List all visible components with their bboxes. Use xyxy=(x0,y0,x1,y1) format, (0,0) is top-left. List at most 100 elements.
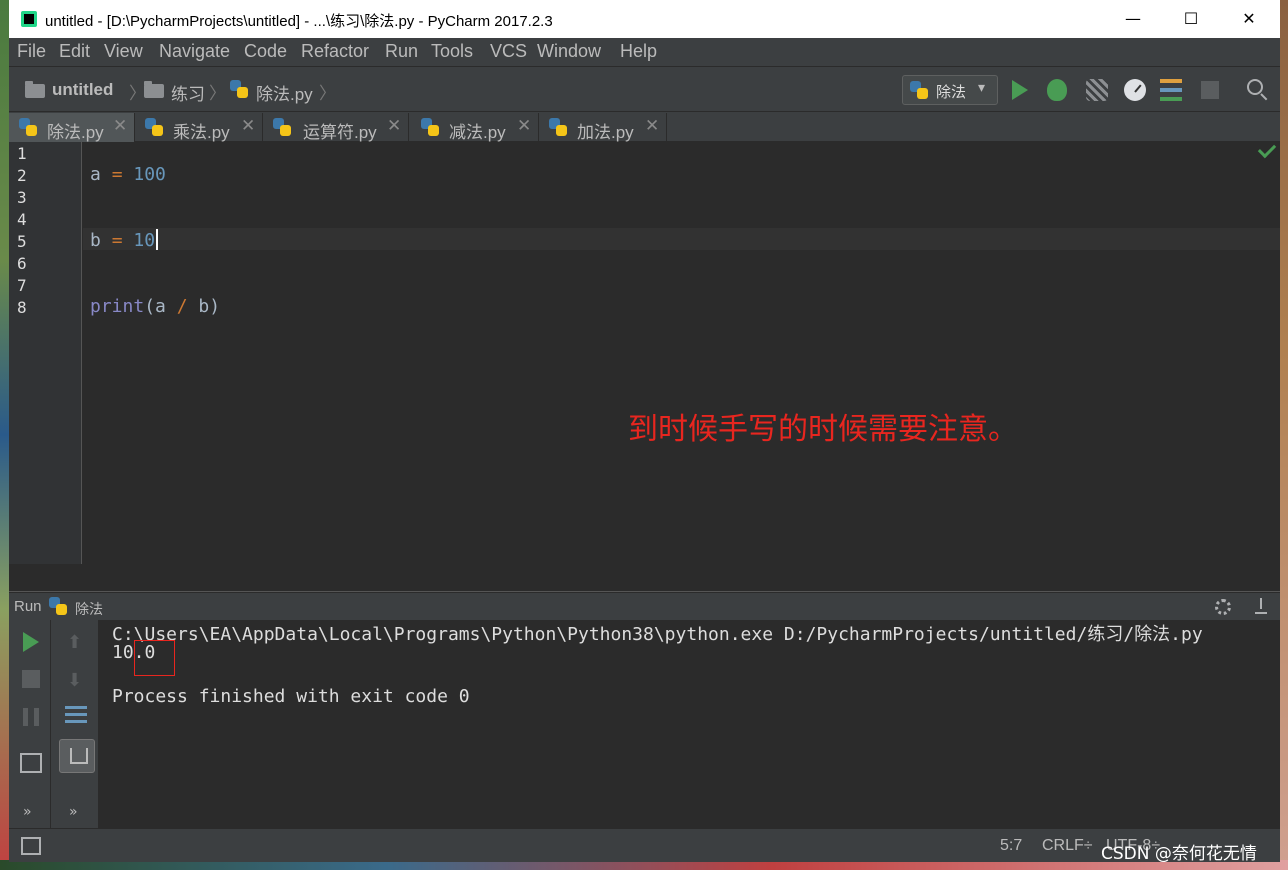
code-line-5[interactable]: b = 10 xyxy=(90,230,155,251)
tab-label: 加法.py xyxy=(577,123,634,142)
python-file-icon xyxy=(230,80,248,98)
soft-wrap-icon[interactable] xyxy=(65,706,87,726)
python-icon xyxy=(910,81,928,99)
breadcrumb-folder[interactable]: 练习 xyxy=(171,80,205,105)
code-token-assign: = xyxy=(111,230,123,251)
more-actions-icon[interactable]: » xyxy=(69,804,78,820)
close-tab-icon[interactable]: ✕ xyxy=(387,116,401,136)
menu-code[interactable]: Code xyxy=(244,41,287,62)
line-number: 1 xyxy=(17,144,27,163)
tab-multiplication[interactable]: 乘法.py ✕ xyxy=(135,113,263,142)
line-number: 5 xyxy=(17,232,27,251)
code-token-var: a xyxy=(90,164,101,185)
line-number: 3 xyxy=(17,188,27,207)
stop-icon[interactable] xyxy=(1201,81,1219,99)
code-token-args: b) xyxy=(187,296,221,317)
highlight-annotation-box xyxy=(134,640,175,676)
menu-edit[interactable]: Edit xyxy=(59,41,90,62)
code-token-assign: = xyxy=(111,164,123,185)
maximize-button[interactable]: ☐ xyxy=(1163,0,1219,38)
run-icon[interactable] xyxy=(1012,80,1028,100)
restore-layout-icon[interactable] xyxy=(20,753,42,773)
menu-vcs[interactable]: VCS xyxy=(490,41,527,62)
tab-division[interactable]: 除法.py ✕ xyxy=(9,113,135,142)
tool-windows-icon[interactable] xyxy=(21,837,41,855)
close-tab-icon[interactable]: ✕ xyxy=(517,116,531,136)
caret-position[interactable]: 5:7 xyxy=(1000,837,1022,855)
python-file-icon xyxy=(421,118,439,136)
tab-label: 除法.py xyxy=(47,123,104,142)
line-number: 4 xyxy=(17,210,27,229)
line-separator[interactable]: CRLF÷ xyxy=(1042,837,1093,855)
code-token-divide: / xyxy=(176,296,188,317)
editor-tab-bar: 除法.py ✕ 乘法.py ✕ 运算符.py ✕ 减法.py ✕ 加法.py ✕ xyxy=(9,113,1280,142)
run-panel-title: Run xyxy=(14,598,42,615)
run-with-coverage-icon[interactable] xyxy=(1086,79,1108,101)
console-command-line: C:\Users\EA\AppData\Local\Programs\Pytho… xyxy=(112,624,1203,645)
line-number: 7 xyxy=(17,276,27,295)
python-file-icon xyxy=(273,118,291,136)
profile-icon[interactable] xyxy=(1124,79,1146,101)
tab-label: 乘法.py xyxy=(173,123,230,142)
rerun-icon[interactable] xyxy=(23,632,39,652)
tab-addition[interactable]: 加法.py ✕ xyxy=(539,113,667,142)
python-icon xyxy=(49,597,67,615)
close-tab-icon[interactable]: ✕ xyxy=(113,116,127,136)
navigation-bar: untitled 〉 练习 〉 除法.py 〉 除法 ▾ xyxy=(9,66,1280,112)
run-toolbar-secondary: ⬆ ⬇ » xyxy=(53,620,99,828)
console-exit-line: Process finished with exit code 0 xyxy=(112,686,470,707)
pause-icon[interactable] xyxy=(23,708,39,726)
python-file-icon xyxy=(145,118,163,136)
chevron-down-icon: ▾ xyxy=(978,80,986,96)
line-number-gutter: 1 2 3 4 5 6 7 8 xyxy=(9,142,82,564)
arrow-up-icon[interactable]: ⬆ xyxy=(67,632,82,653)
menu-tools[interactable]: Tools xyxy=(431,41,473,62)
desktop-background-left xyxy=(0,0,9,870)
run-configuration-select[interactable]: 除法 ▾ xyxy=(902,75,998,105)
menu-run[interactable]: Run xyxy=(385,41,418,62)
run-console-output[interactable]: C:\Users\EA\AppData\Local\Programs\Pytho… xyxy=(99,620,1280,828)
minimize-button[interactable]: — xyxy=(1105,0,1161,38)
text-caret xyxy=(156,229,158,250)
gear-icon[interactable] xyxy=(1215,599,1231,615)
inspection-ok-check-icon xyxy=(1257,139,1277,159)
code-token-var: b xyxy=(90,230,101,251)
code-line-8[interactable]: print(a / b) xyxy=(90,296,220,317)
code-editor[interactable]: 1 2 3 4 5 6 7 8 a = 100 b = 10 print(a /… xyxy=(9,139,1280,564)
close-tab-icon[interactable]: ✕ xyxy=(645,116,659,136)
stop-icon[interactable] xyxy=(22,670,40,688)
code-line-2[interactable]: a = 100 xyxy=(90,164,166,185)
code-token-number: 10 xyxy=(133,230,156,251)
menu-window[interactable]: Window xyxy=(537,41,601,62)
arrow-down-icon[interactable]: ⬇ xyxy=(67,670,82,691)
concurrency-diagram-icon[interactable] xyxy=(1160,79,1182,101)
search-icon[interactable] xyxy=(1247,79,1263,95)
menu-view[interactable]: View xyxy=(104,41,143,62)
menu-help[interactable]: Help xyxy=(620,41,657,62)
line-number: 8 xyxy=(17,298,27,317)
run-config-name[interactable]: 除法 xyxy=(75,599,103,619)
breadcrumb-project[interactable]: untitled xyxy=(52,80,113,100)
hide-panel-icon[interactable] xyxy=(1255,598,1267,614)
tab-operators[interactable]: 运算符.py ✕ xyxy=(263,113,409,142)
line-number: 2 xyxy=(17,166,27,185)
run-configuration-label: 除法 xyxy=(936,83,967,101)
project-folder-icon xyxy=(25,81,45,98)
title-bar[interactable]: untitled - [D:\PycharmProjects\untitled]… xyxy=(9,0,1280,38)
more-actions-icon[interactable]: » xyxy=(23,804,32,820)
debug-bug-icon[interactable] xyxy=(1047,79,1067,101)
menu-navigate[interactable]: Navigate xyxy=(159,41,230,62)
pycharm-app-icon xyxy=(21,11,37,27)
scroll-to-end-icon[interactable] xyxy=(59,739,95,773)
current-line-highlight xyxy=(83,228,1280,250)
menu-refactor[interactable]: Refactor xyxy=(301,41,369,62)
close-button[interactable]: ✕ xyxy=(1221,0,1277,38)
tab-subtraction[interactable]: 减法.py ✕ xyxy=(409,113,539,142)
close-tab-icon[interactable]: ✕ xyxy=(241,116,255,136)
editor-bottom-area xyxy=(9,564,1280,592)
code-token-args: (a xyxy=(144,296,177,317)
menu-file[interactable]: File xyxy=(17,41,46,62)
python-file-icon xyxy=(549,118,567,136)
tab-label: 减法.py xyxy=(449,123,506,142)
breadcrumb-file[interactable]: 除法.py xyxy=(256,80,313,105)
